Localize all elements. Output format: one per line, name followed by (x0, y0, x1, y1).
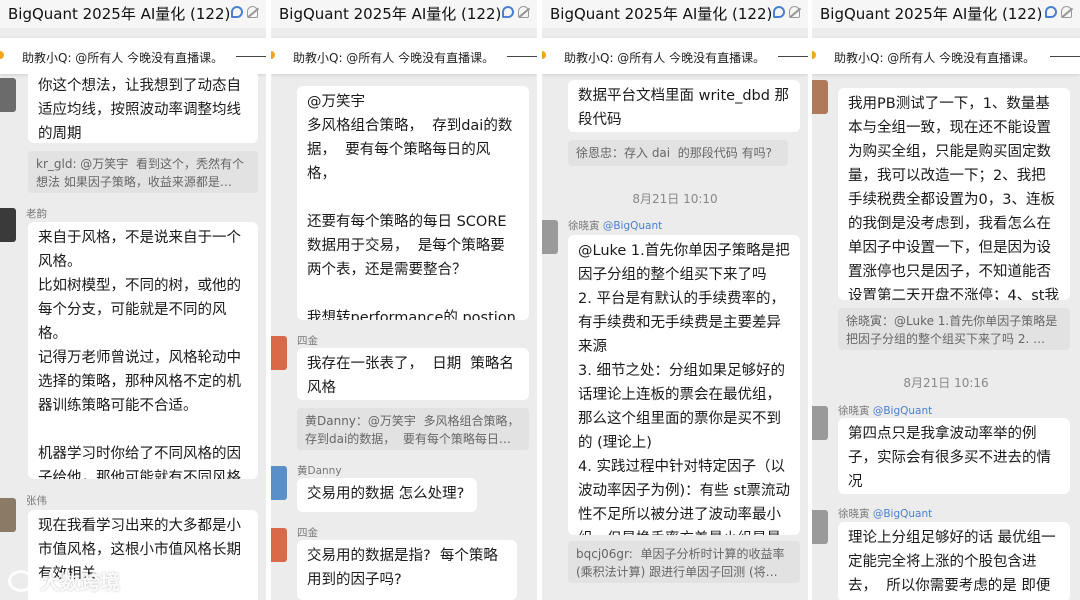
notice-divider (236, 56, 266, 57)
chat-bubble-icon[interactable] (231, 6, 243, 18)
sender-name: 老韵 (26, 208, 47, 220)
notice-dot-icon (812, 51, 816, 59)
group-title: BigQuant 2025年 AI量化 (122) (8, 5, 231, 23)
timestamp: 8月21日 10:10 (632, 192, 718, 206)
chat-bubble-icon[interactable] (1045, 6, 1057, 18)
avatar[interactable] (812, 80, 828, 114)
notice-dot-icon (271, 51, 275, 59)
notice-text: 助教小Q: @所有人 今晚没有直播课。 (293, 51, 495, 65)
watermark: 大数跨境 (8, 566, 120, 595)
sender-name: 张伟 (26, 495, 47, 507)
mute-bell-icon[interactable] (1061, 6, 1072, 18)
sender-name: 徐晓寅 @BigQuant (838, 405, 933, 417)
chat-header: BigQuant 2025年 AI量化 (122) (812, 0, 1080, 28)
notice-dot-icon (542, 51, 546, 59)
pinned-notice[interactable]: 助教小Q: @所有人 今晚没有直播课。 (542, 38, 808, 74)
sender-name: 四金 (297, 527, 318, 539)
chat-panel-4: BigQuant 2025年 AI量化 (122) 助教小Q: @所有人 今晚没… (812, 0, 1080, 600)
message-bubble[interactable]: 第四点只是我拿波动率举的例子，实际会有很多买不进去的情况 (838, 418, 1070, 494)
avatar[interactable] (812, 406, 828, 440)
chat-header: BigQuant 2025年 AI量化 (122) (0, 0, 266, 28)
message-bubble[interactable]: 交易用的数据是指? 每个策略用到的因子吗? (297, 540, 517, 600)
group-title: BigQuant 2025年 AI量化 (122) (820, 5, 1043, 23)
chat-bubble-icon[interactable] (502, 6, 514, 18)
chat-panel-2: BigQuant 2025年 AI量化 (122) 助教小Q: @所有人 今晚没… (271, 0, 537, 600)
message-list[interactable]: @万笑宇 多风格组合策略， 存到dai的数据， 要有每个策略每日的风格， 还要有… (271, 78, 537, 600)
message-bubble[interactable]: 数据平台文档里面 write_dbd 那段代码 (568, 80, 800, 132)
message-bubble[interactable]: 你这个想法，让我想到了动态自适应均线，按照波动率调整均线的周期 (28, 70, 258, 143)
chat-panel-3: BigQuant 2025年 AI量化 (122) 助教小Q: @所有人 今晚没… (542, 0, 808, 600)
message-bubble[interactable]: 我用PB测试了一下，1、数量基本与全组一致，现在还不能设置为购买全组，只能是购买… (838, 88, 1070, 300)
pinned-notice[interactable]: 助教小Q: @所有人 今晚没有直播课。 (271, 38, 537, 74)
notice-divider (507, 56, 537, 57)
pinned-notice[interactable]: 助教小Q: @所有人 今晚没有直播课。 (0, 38, 266, 74)
message-bubble[interactable]: 我存在一张表了， 日期 策略名 风格 (297, 348, 529, 400)
sender-name: 黄Danny (297, 465, 342, 477)
message-bubble[interactable]: 理论上分组足够好的话 最优组一定能完全将上涨的个股包含进去， 所以你需要考虑的是… (838, 522, 1070, 600)
sender-name: 徐晓寅 @BigQuant (838, 508, 933, 520)
notice-divider (1050, 56, 1080, 57)
group-title: BigQuant 2025年 AI量化 (122) (279, 5, 502, 23)
watermark-logo-icon (8, 569, 34, 592)
notice-divider (778, 56, 808, 57)
chat-header: BigQuant 2025年 AI量化 (122) (542, 0, 808, 28)
avatar[interactable] (271, 336, 287, 370)
message-bubble[interactable]: @万笑宇 多风格组合策略， 存到dai的数据， 要有每个策略每日的风格， 还要有… (297, 86, 529, 320)
quoted-message[interactable]: 黄Danny：@万笑宇 多风格组合策略，存到dai的数据， 要有每个策略每日… (297, 408, 529, 450)
sender-name: 四金 (297, 335, 318, 347)
chat-panel-1: BigQuant 2025年 AI量化 (122) 助教小Q: @所有人 今晚没… (0, 0, 266, 600)
mute-bell-icon[interactable] (789, 6, 800, 18)
chat-bubble-icon[interactable] (773, 6, 785, 18)
pinned-notice[interactable]: 助教小Q: @所有人 今晚没有直播课。 (812, 38, 1080, 74)
quoted-message[interactable]: bqcj06gr: 单因子分析时计算的收益率 (乘积法计算) 跟进行单因子回测 … (568, 541, 800, 583)
avatar[interactable] (812, 510, 828, 544)
message-bubble[interactable]: 交易用的数据 怎么处理? (297, 478, 477, 512)
notice-text: 助教小Q: @所有人 今晚没有直播课。 (564, 51, 766, 65)
avatar[interactable] (0, 498, 16, 532)
message-list[interactable]: 我用PB测试了一下，1、数量基本与全组一致，现在还不能设置为购买全组，只能是购买… (812, 78, 1080, 600)
quoted-message[interactable]: 徐晓寅：@Luke 1.首先你单因子策略是把因子分组的整个组买下来了吗 2. … (838, 308, 1070, 350)
message-list[interactable]: 数据平台文档里面 write_dbd 那段代码 徐恩忠：存入 dai 的那段代码… (542, 78, 808, 600)
quoted-message[interactable]: 徐恩忠：存入 dai 的那段代码 有吗? (568, 140, 788, 166)
timestamp: 8月21日 10:16 (903, 376, 989, 390)
notice-dot-icon (0, 51, 4, 59)
quoted-message[interactable]: kr_gld: @万笑宇 看到这个，秃然有个想法 如果因子策略，收益来源都是… (28, 151, 258, 193)
notice-text: 助教小Q: @所有人 今晚没有直播课。 (834, 51, 1036, 65)
avatar[interactable] (271, 528, 287, 562)
avatar[interactable] (542, 220, 558, 254)
message-bubble[interactable]: 来自于风格，不是说来自于一个风格。 比如树模型，不同的树，或他的每个分支，可能就… (28, 222, 258, 479)
group-title: BigQuant 2025年 AI量化 (122) (550, 5, 773, 23)
notice-text: 助教小Q: @所有人 今晚没有直播课。 (22, 51, 224, 65)
avatar[interactable] (0, 208, 16, 242)
message-list[interactable]: 你这个想法，让我想到了动态自适应均线，按照波动率调整均线的周期 kr_gld: … (0, 70, 266, 600)
mute-bell-icon[interactable] (247, 6, 258, 18)
message-bubble[interactable]: @Luke 1.首先你单因子策略是把因子分组的整个组买下来了吗 2. 平台是有默… (568, 235, 800, 535)
sender-name: 徐晓寅 @BigQuant (568, 220, 663, 232)
avatar[interactable] (0, 78, 16, 112)
avatar[interactable] (271, 466, 287, 500)
chat-header: BigQuant 2025年 AI量化 (122) (271, 0, 537, 28)
mute-bell-icon[interactable] (518, 6, 529, 18)
